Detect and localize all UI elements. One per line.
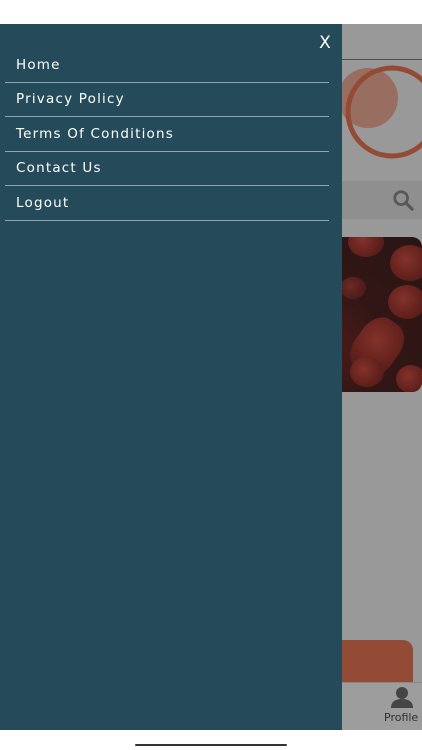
menu-item-privacy-policy[interactable]: Privacy Policy [5, 83, 329, 117]
menu-item-contact-us[interactable]: Contact Us [5, 152, 329, 186]
menu-item-label: Home [16, 56, 61, 73]
menu-item-label: Logout [16, 194, 70, 211]
drawer-menu: Home Privacy Policy Terms Of Conditions … [5, 48, 329, 221]
menu-item-label: Privacy Policy [16, 91, 125, 108]
menu-item-terms-of-conditions[interactable]: Terms Of Conditions [5, 117, 329, 152]
menu-item-home[interactable]: Home [5, 48, 329, 83]
side-drawer: X Home Privacy Policy Terms Of Condition… [0, 24, 342, 730]
home-indicator[interactable] [135, 744, 287, 746]
menu-item-label: Contact Us [16, 160, 102, 177]
menu-item-logout[interactable]: Logout [5, 186, 329, 221]
status-bar [0, 0, 422, 24]
menu-item-label: Terms Of Conditions [16, 125, 174, 142]
